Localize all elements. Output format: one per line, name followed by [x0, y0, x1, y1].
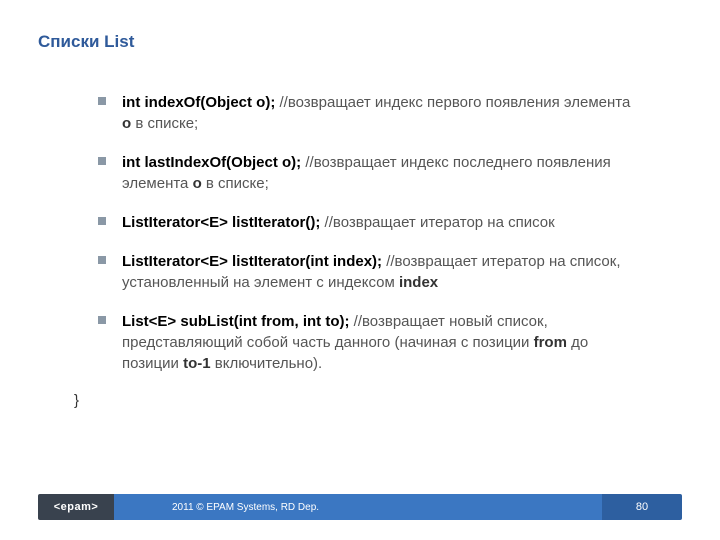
method-comment: //возвращает индекс первого появления эл… [275, 94, 630, 111]
keyword: from [534, 334, 567, 351]
footer: <epam> 2011 © EPAM Systems, RD Dep. 80 [38, 494, 682, 520]
keyword: о [193, 175, 202, 192]
slide-content: int indexOf(Object o); //возвращает инде… [98, 92, 638, 409]
list-item: ListIterator<E> listIterator(); //возвра… [98, 212, 638, 233]
method-signature: int indexOf(Object o); [122, 94, 275, 111]
page-number: 80 [602, 494, 682, 520]
keyword: to-1 [183, 355, 211, 372]
list-item: int lastIndexOf(Object o); //возвращает … [98, 152, 638, 194]
bullet-list: int indexOf(Object o); //возвращает инде… [98, 92, 638, 374]
method-signature: List<E> subList(int from, int to); [122, 313, 350, 330]
method-comment: включительно). [211, 355, 323, 372]
slide-title: Списки List [38, 32, 134, 52]
copyright: 2011 © EPAM Systems, RD Dep. [114, 494, 602, 520]
closing-brace: } [74, 392, 638, 409]
method-signature: int lastIndexOf(Object o); [122, 154, 301, 171]
list-item: int indexOf(Object o); //возвращает инде… [98, 92, 638, 134]
method-comment: в списке; [131, 115, 198, 132]
keyword: о [122, 115, 131, 132]
method-comment: //возвращает итератор на список [320, 214, 554, 231]
method-signature: ListIterator<E> listIterator(int index); [122, 253, 382, 270]
list-item: ListIterator<E> listIterator(int index);… [98, 251, 638, 293]
method-signature: ListIterator<E> listIterator(); [122, 214, 320, 231]
logo: <epam> [38, 494, 114, 520]
list-item: List<E> subList(int from, int to); //воз… [98, 311, 638, 374]
keyword: index [399, 274, 438, 291]
method-comment: в списке; [202, 175, 269, 192]
